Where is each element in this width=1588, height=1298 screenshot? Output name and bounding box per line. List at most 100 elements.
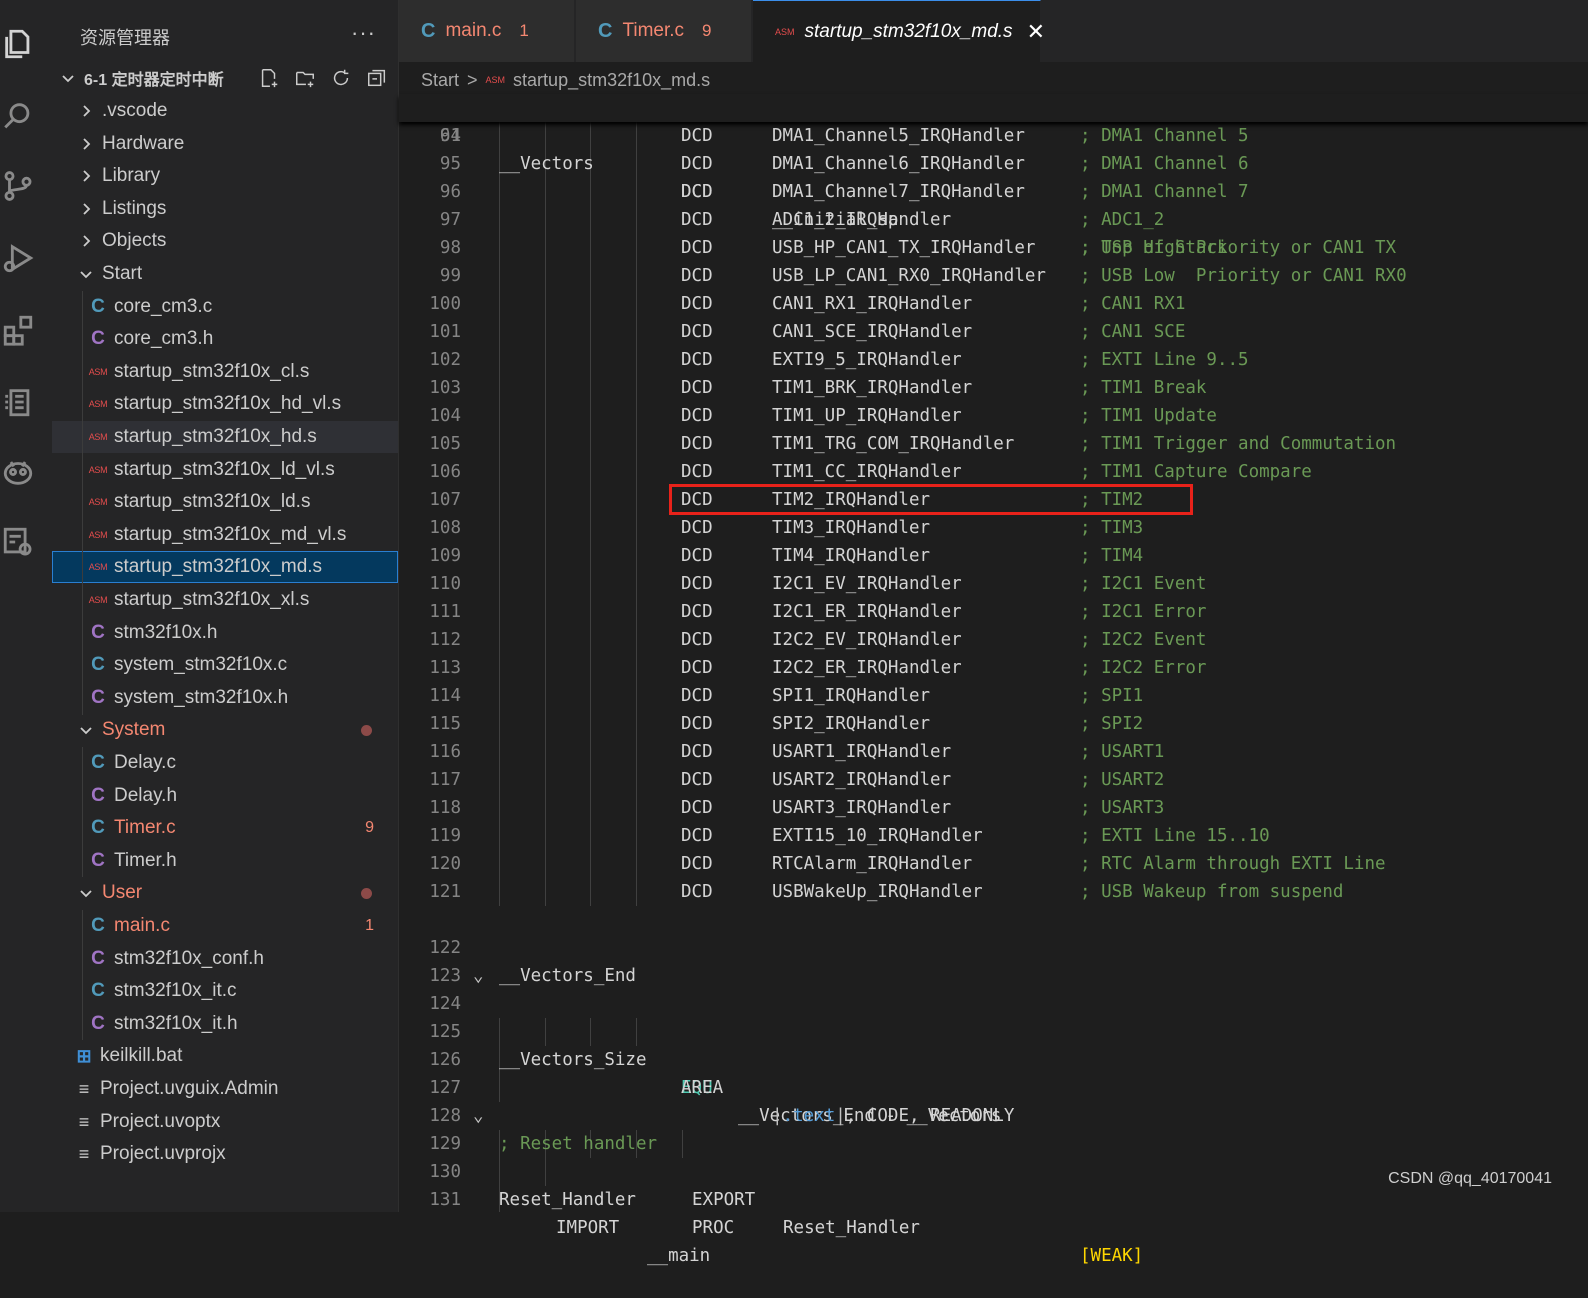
code-line[interactable]: 113 DCD I2C2_ER_IRQHandler ; I2C2 Error [399, 654, 1588, 682]
code-line[interactable]: 100 DCD CAN1_RX1_IRQHandler ; CAN1 RX1 [399, 290, 1588, 318]
collapse-all-icon[interactable] [366, 67, 388, 89]
line-number: 110 [429, 574, 461, 594]
code-line[interactable]: 108 DCD TIM3_IRQHandler ; TIM3 [399, 514, 1588, 542]
tree-file[interactable]: ASM startup_stm32f10x_ld_vl.s [52, 454, 398, 486]
code-line[interactable]: 124 ⌄ __Vectors_Size EQU __Vectors_End -… [399, 962, 1588, 1126]
chevron-down-icon[interactable]: ⌄ [473, 962, 484, 990]
breadcrumb-file[interactable]: startup_stm32f10x_md.s [513, 70, 710, 91]
tree-file[interactable]: ⊞ keilkill.bat [52, 1040, 398, 1072]
breadcrumb-folder[interactable]: Start [421, 70, 459, 91]
tree-file[interactable]: ASM startup_stm32f10x_md.s [52, 551, 398, 583]
run-debug-icon[interactable] [0, 238, 36, 278]
close-icon[interactable]: ✕ [1027, 19, 1045, 45]
problem-count: 1 [519, 21, 529, 40]
code-line[interactable]: 116 DCD USART1_IRQHandler ; USART1 [399, 738, 1588, 766]
tree-file[interactable]: Ccore_cm3.c [52, 291, 398, 323]
code-line[interactable]: 123 [399, 934, 1588, 986]
tree-file[interactable]: ≡ Project.uvprojx [52, 1138, 398, 1170]
tree-file[interactable]: ASM startup_stm32f10x_ld.s [52, 486, 398, 518]
code-line[interactable]: 97DCDADC1_2_IRQHandler; ADC1_2 [399, 206, 1588, 234]
code-line[interactable]: 102 DCD EXTI9_5_IRQHandler ; EXTI Line 9..5 [399, 346, 1588, 374]
tree-folder[interactable]: Objects [52, 225, 398, 257]
tree-file[interactable]: C Delay.h [52, 780, 398, 812]
chevron-down-icon[interactable]: ⌄ [473, 1102, 484, 1130]
code-line[interactable]: 98DCDUSB_HP_CAN1_TX_IRQHandler; USB High… [399, 234, 1588, 262]
tree-folder[interactable]: System [52, 714, 398, 746]
windows-icon: ⊞ [76, 1045, 92, 1066]
more-actions-icon[interactable]: ··· [351, 20, 376, 46]
code-line[interactable]: 127 [399, 1046, 1588, 1098]
tree-folder[interactable]: User [52, 877, 398, 909]
tree-file[interactable]: C Timer.c 9 [52, 812, 398, 844]
new-file-icon[interactable] [258, 67, 280, 89]
tree-file[interactable]: ASM startup_stm32f10x_hd_vl.s [52, 388, 398, 420]
code-line[interactable]: 121 DCD USBWakeUp_IRQHandler ; USB Wakeup f… [399, 878, 1588, 906]
code-line[interactable]: 109 DCD TIM4_IRQHandler ; TIM4 [399, 542, 1588, 570]
tree-folder[interactable]: Library [52, 160, 398, 192]
code-line[interactable]: 117 DCD USART2_IRQHandler ; USART2 [399, 766, 1588, 794]
tree-file[interactable]: ≡ Project.uvoptx [52, 1106, 398, 1138]
code-line[interactable]: 119 DCD EXTI15_10_IRQHandler ; EXTI Line 15… [399, 822, 1588, 850]
code-line[interactable]: 110 DCD I2C1_EV_IRQHandler ; I2C1 Event [399, 570, 1588, 598]
tab-timer-c[interactable]: C Timer.c 9 [576, 0, 752, 62]
testing-icon[interactable] [0, 382, 36, 422]
code-line[interactable]: 118 DCD USART3_IRQHandler ; USART3 [399, 794, 1588, 822]
tree-file[interactable]: Cmain.c 1 [52, 910, 398, 942]
tree-file[interactable]: ASM startup_stm32f10x_md_vl.s [52, 519, 398, 551]
code-line[interactable]: 104 DCD TIM1_UP_IRQHandler ; TIM1 Update [399, 402, 1588, 430]
tree-item-label: startup_stm32f10x_hd_vl.s [114, 393, 342, 414]
search-icon[interactable] [0, 96, 36, 136]
code-line[interactable]: 96DCDDMA1_Channel7_IRQHandler; DMA1 Chan… [399, 178, 1588, 206]
tree-file[interactable]: Cstm32f10x_conf.h [52, 943, 398, 975]
code-line[interactable]: 129 ⌄ Reset_Handler PROC [399, 1102, 1588, 1238]
line-number: 104 [429, 406, 461, 426]
code-line[interactable]: 125 [399, 990, 1588, 1042]
code-line[interactable]: 94DCDDMA1_Channel5_IRQHandler; DMA1 Chan… [399, 122, 1588, 150]
tree-file[interactable]: Cstm32f10x_it.h [52, 1008, 398, 1040]
code-line[interactable]: 128 ; Reset handler [399, 1074, 1588, 1154]
code-line[interactable]: 106 DCD TIM1_CC_IRQHandler ; TIM1 Capture C… [399, 458, 1588, 486]
code-directive: DCD [681, 770, 713, 790]
tree-folder[interactable]: Listings [52, 193, 398, 225]
tree-file[interactable]: Csystem_stm32f10x.c [52, 649, 398, 681]
tree-file[interactable]: Cstm32f10x_it.c [52, 975, 398, 1007]
tree-folder[interactable]: Start [52, 258, 398, 290]
tree-file[interactable]: ASM startup_stm32f10x_xl.s [52, 584, 398, 616]
c-file-icon: C [598, 19, 613, 42]
tree-file[interactable]: Ccore_cm3.h [52, 323, 398, 355]
code-operand: TIM1_BRK_IRQHandler [772, 378, 973, 398]
tree-file[interactable]: Cstm32f10x.h [52, 617, 398, 649]
new-folder-icon[interactable] [294, 67, 316, 89]
code-line[interactable]: 112 DCD I2C2_EV_IRQHandler ; I2C2 Event [399, 626, 1588, 654]
explorer-icon[interactable] [0, 24, 36, 64]
code-line[interactable]: 99 DCD USB_LP_CAN1_RX0_IRQHandler; USB Low… [399, 262, 1588, 290]
tab-main-c[interactable]: C main.c 1 [399, 0, 575, 62]
code-line[interactable]: 111 DCD I2C1_ER_IRQHandler ; I2C1 Error [399, 598, 1588, 626]
code-line[interactable]: 114 DCD SPI1_IRQHandler ; SPI1 [399, 682, 1588, 710]
alien-extension-icon[interactable] [0, 452, 36, 492]
refresh-icon[interactable] [330, 67, 352, 89]
tree-item-label: Start [102, 263, 143, 284]
tab-startup-md-s[interactable]: ASM startup_stm32f10x_md.s ✕ [753, 0, 1045, 62]
code-line[interactable]: 122 __Vectors_End [399, 906, 1588, 986]
code-line[interactable]: 101 DCD CAN1_SCE_IRQHandler ; CAN1 SCE [399, 318, 1588, 346]
code-line[interactable]: 126 AREA |.text|, CODE, READONLY [399, 1018, 1588, 1126]
code-line[interactable]: 115 DCD SPI2_IRQHandler ; SPI2 [399, 710, 1588, 738]
tree-folder[interactable]: .vscode [52, 95, 398, 127]
tree-file[interactable]: ≡ Project.uvguix.Admin [52, 1073, 398, 1105]
extensions-icon[interactable] [0, 310, 36, 350]
tree-file[interactable]: C Delay.c [52, 747, 398, 779]
code-line[interactable]: 105 DCD TIM1_TRG_COM_IRQHandler ; TIM1 Trig… [399, 430, 1588, 458]
code-line[interactable]: 120 DCD RTCAlarm_IRQHandler ; RTC Alarm thr… [399, 850, 1588, 878]
code-line[interactable]: 103 DCD TIM1_BRK_IRQHandler ; TIM1 Break [399, 374, 1588, 402]
code-line-sticky[interactable]: 61 __Vectors DCD __initial_sp ; Top of S… [399, 94, 1588, 258]
source-control-icon[interactable] [0, 166, 36, 206]
tree-file[interactable]: Csystem_stm32f10x.h [52, 682, 398, 714]
tree-file[interactable]: C Timer.h [52, 845, 398, 877]
code-editor[interactable]: 61 __Vectors DCD __initial_sp ; Top of S… [399, 94, 1588, 1266]
tree-file[interactable]: ASM startup_stm32f10x_cl.s [52, 356, 398, 388]
remote-explorer-icon[interactable] [0, 522, 36, 562]
tree-file[interactable]: ASM startup_stm32f10x_hd.s [52, 421, 398, 453]
tree-folder[interactable]: Hardware [52, 128, 398, 160]
code-line[interactable]: 130 EXPORT Reset_Handler [WEAK] [399, 1130, 1588, 1266]
